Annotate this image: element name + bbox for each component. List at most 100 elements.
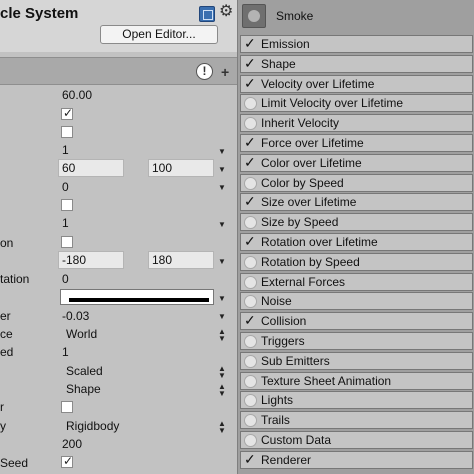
module-enabled-checkmark-icon[interactable] [244, 451, 257, 468]
simulation-speed-value[interactable]: 1 [62, 345, 69, 359]
module-row[interactable]: Emission [240, 35, 473, 53]
module-disabled-toggle-icon[interactable] [244, 117, 257, 130]
emitter-velocity-updown-icon[interactable]: ▲ ▼ [218, 420, 226, 435]
module-row[interactable]: Collision [240, 312, 473, 330]
simulation-space-value[interactable]: World [66, 327, 97, 341]
module-enabled-checkmark-icon[interactable] [244, 233, 257, 250]
module-row[interactable]: Color by Speed [240, 174, 473, 192]
component-title: cle System [0, 5, 79, 22]
module-label: Noise [261, 294, 292, 308]
open-editor-button[interactable]: Open Editor... [100, 25, 218, 44]
module-row[interactable]: Rotation by Speed [240, 253, 473, 271]
info-icon[interactable]: ! [196, 63, 213, 80]
emitter-velocity-label: y [0, 419, 6, 433]
module-label: Custom Data [261, 433, 332, 447]
module-disabled-toggle-icon[interactable] [244, 375, 257, 388]
module-enabled-checkmark-icon[interactable] [244, 193, 257, 210]
3d-size-checkbox[interactable] [61, 199, 73, 211]
module-enabled-checkmark-icon[interactable] [244, 75, 257, 92]
start-color-alpha-bar [69, 298, 209, 302]
module-disabled-toggle-icon[interactable] [244, 256, 257, 269]
module-row[interactable]: Lights [240, 391, 473, 409]
module-enabled-checkmark-icon[interactable] [244, 154, 257, 171]
module-label: Limit Velocity over Lifetime [261, 96, 404, 110]
looping-checkbox[interactable] [61, 106, 73, 120]
lifetime-min-value: 60 [62, 161, 76, 175]
rotation-max-value: 180 [152, 253, 173, 267]
module-label: Renderer [261, 453, 312, 467]
module-disabled-toggle-icon[interactable] [244, 295, 257, 308]
start-size-value[interactable]: 1 [62, 216, 69, 230]
module-enabled-checkmark-icon[interactable] [244, 312, 257, 329]
help-book-icon[interactable] [199, 6, 215, 22]
emitter-shape-updown-icon[interactable]: ▲ ▼ [218, 383, 226, 398]
module-disabled-toggle-icon[interactable] [244, 97, 257, 110]
module-disabled-toggle-icon[interactable] [244, 216, 257, 229]
3d-rotation-checkbox[interactable] [61, 236, 73, 248]
emitter-shape-value[interactable]: Shape [66, 382, 101, 396]
plus-icon[interactable]: + [221, 64, 229, 80]
module-disabled-toggle-icon[interactable] [244, 276, 257, 289]
play-on-awake-checkbox[interactable] [61, 401, 73, 413]
module-row[interactable]: Trails [240, 411, 473, 429]
random-seed-label: Seed [0, 456, 29, 470]
module-row[interactable]: Triggers [240, 332, 473, 350]
module-label: Color over Lifetime [261, 156, 362, 170]
start-color-dropdown-icon[interactable]: ▼ [218, 294, 226, 303]
module-label: Velocity over Lifetime [261, 77, 375, 91]
module-row[interactable]: Velocity over Lifetime [240, 75, 473, 93]
module-row[interactable]: Size over Lifetime [240, 193, 473, 211]
module-enabled-checkmark-icon[interactable] [244, 35, 257, 52]
max-particles-value[interactable]: 200 [62, 437, 82, 451]
module-label: Sub Emitters [261, 354, 330, 368]
start-size-dropdown-icon[interactable]: ▼ [218, 220, 226, 229]
simulation-space-updown-icon[interactable]: ▲ ▼ [218, 328, 226, 343]
module-row[interactable]: Limit Velocity over Lifetime [240, 94, 473, 112]
module-disabled-toggle-icon[interactable] [244, 177, 257, 190]
module-row[interactable]: Texture Sheet Animation [240, 372, 473, 390]
module-row[interactable]: Noise [240, 292, 473, 310]
simulation-space-label: ce [0, 327, 13, 341]
module-row[interactable]: Size by Speed [240, 213, 473, 231]
module-disabled-toggle-icon[interactable] [244, 434, 257, 447]
module-label: Collision [261, 314, 307, 328]
start-delay-value[interactable]: 1 [62, 143, 69, 157]
module-disabled-toggle-icon[interactable] [244, 335, 257, 348]
start-color-field[interactable] [60, 289, 214, 305]
emitter-velocity-value[interactable]: Rigidbody [66, 419, 119, 433]
main-module-header[interactable]: ! + [0, 57, 237, 85]
module-disabled-toggle-icon[interactable] [244, 355, 257, 368]
module-row[interactable]: Shape [240, 55, 473, 73]
gravity-dropdown-icon[interactable]: ▼ [218, 312, 226, 321]
flip-rotation-value[interactable]: 0 [62, 272, 69, 286]
module-disabled-toggle-icon[interactable] [244, 394, 257, 407]
module-label: Shape [261, 57, 296, 71]
module-disabled-toggle-icon[interactable] [244, 414, 257, 427]
module-row[interactable]: Renderer [240, 451, 473, 469]
module-enabled-checkmark-icon[interactable] [244, 134, 257, 151]
start-speed-value[interactable]: 0 [62, 180, 69, 194]
start-speed-dropdown-icon[interactable]: ▼ [218, 183, 226, 192]
rotation-dropdown-icon[interactable]: ▼ [218, 257, 226, 266]
module-enabled-checkmark-icon[interactable] [244, 55, 257, 72]
module-row[interactable]: Force over Lifetime [240, 134, 473, 152]
start-delay-dropdown-icon[interactable]: ▼ [218, 147, 226, 156]
module-label: Emission [261, 37, 310, 51]
module-row[interactable]: External Forces [240, 273, 473, 291]
prewarm-checkbox[interactable] [61, 126, 73, 138]
module-row[interactable]: Custom Data [240, 431, 473, 449]
modules-panel: Smoke Emission Shape Velocity over Lifetim… [237, 0, 474, 474]
duration-value[interactable]: 60.00 [62, 88, 92, 102]
module-row[interactable]: Rotation over Lifetime [240, 233, 473, 251]
module-row[interactable]: Inherit Velocity [240, 114, 473, 132]
gravity-value[interactable]: -0.03 [62, 309, 89, 323]
lifetime-dropdown-icon[interactable]: ▼ [218, 165, 226, 174]
module-label: Force over Lifetime [261, 136, 364, 150]
module-row[interactable]: Color over Lifetime [240, 154, 473, 172]
module-row[interactable]: Sub Emitters [240, 352, 473, 370]
scaling-mode-value[interactable]: Scaled [66, 364, 103, 378]
inspector-header: cle System ⚙ Open Editor... [0, 0, 237, 52]
scaling-mode-updown-icon[interactable]: ▲ ▼ [218, 365, 226, 380]
gear-icon[interactable]: ⚙ [219, 3, 233, 21]
auto-random-seed-checkbox[interactable] [61, 454, 73, 468]
